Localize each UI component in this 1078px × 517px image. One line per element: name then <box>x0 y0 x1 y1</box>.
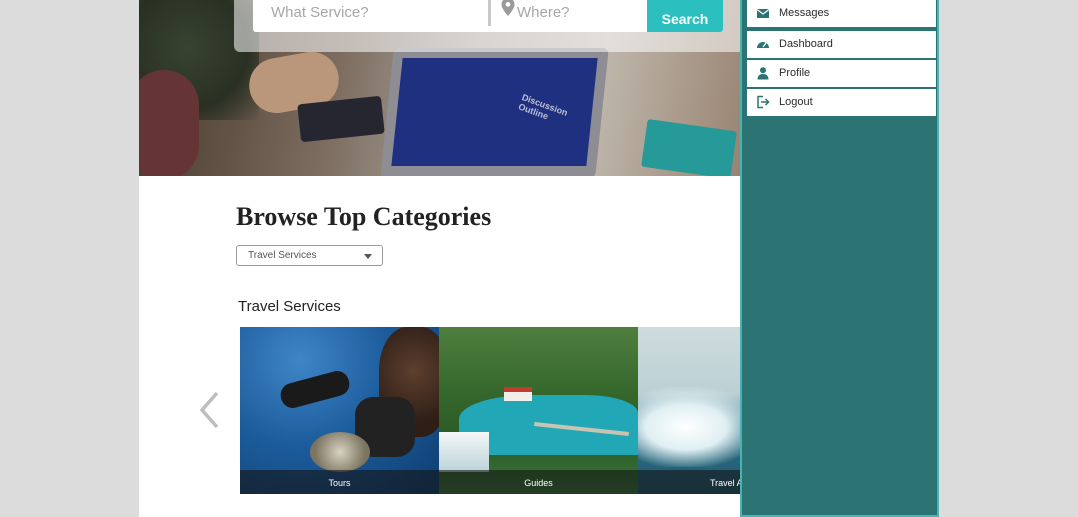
location-pin-icon <box>501 0 515 16</box>
card-caption: Guides <box>439 470 638 494</box>
user-icon <box>757 67 769 80</box>
section-title: Travel Services <box>238 298 341 315</box>
hero-image: Discussion Outline What Service? Where? … <box>139 0 741 176</box>
card-caption: Travel A <box>638 470 741 494</box>
reef-graphic <box>310 432 370 472</box>
search-button[interactable]: Search <box>647 0 723 32</box>
house-graphic <box>504 387 532 401</box>
search-bar: What Service? Where? Search <box>253 0 723 32</box>
wave-graphic <box>638 387 741 467</box>
category-card-travel-agents[interactable]: Travel A <box>638 327 741 494</box>
category-card-guides[interactable]: Guides <box>439 327 638 494</box>
logout-icon <box>757 95 770 109</box>
menu-item-label: Profile <box>779 67 811 79</box>
menu-item-logout[interactable]: Logout <box>747 89 936 116</box>
chevron-left-icon[interactable] <box>197 390 223 430</box>
menu-item-label: Dashboard <box>779 38 833 50</box>
diver-graphic <box>277 368 353 411</box>
category-carousel: Tours Guides Travel A <box>240 327 741 494</box>
envelope-icon <box>756 9 770 18</box>
side-menu-panel: Messages Dashboard Profile Logout <box>740 0 939 517</box>
menu-item-messages[interactable]: Messages <box>747 0 936 27</box>
menu-item-profile[interactable]: Profile <box>747 60 936 87</box>
card-caption: Tours <box>240 470 439 494</box>
waterfall-graphic <box>439 432 489 472</box>
menu-item-dashboard[interactable]: Dashboard <box>747 31 936 58</box>
category-dropdown-value: Travel Services <box>248 250 317 261</box>
menu-item-label: Messages <box>779 7 830 19</box>
category-card-tours[interactable]: Tours <box>240 327 439 494</box>
dashboard-gauge-icon <box>757 42 769 48</box>
location-search-input[interactable]: Where? <box>517 0 647 32</box>
category-dropdown[interactable]: Travel Services <box>236 245 383 266</box>
service-search-input[interactable]: What Service? <box>253 0 489 32</box>
browse-categories-title: Browse Top Categories <box>236 202 492 231</box>
search-divider <box>488 0 491 26</box>
caret-down-icon <box>364 254 372 259</box>
menu-item-label: Logout <box>779 96 813 108</box>
